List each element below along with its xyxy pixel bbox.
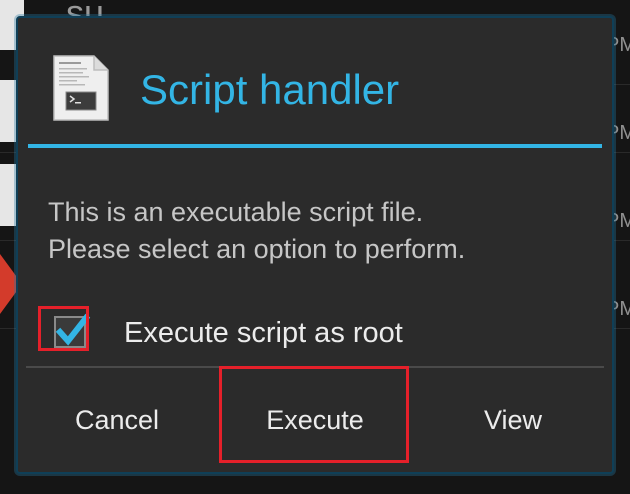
checkbox-highlight-box bbox=[38, 306, 89, 351]
view-button[interactable]: View bbox=[414, 370, 612, 470]
execute-highlight-box bbox=[219, 366, 409, 463]
title-divider bbox=[28, 144, 602, 148]
dialog-header: Script handler bbox=[18, 18, 612, 146]
checkbox-label: Execute script as root bbox=[124, 317, 403, 349]
dialog-title: Script handler bbox=[140, 66, 400, 113]
dialog-message: This is an executable script file. Pleas… bbox=[48, 194, 598, 268]
message-line: Please select an option to perform. bbox=[48, 234, 466, 264]
terminal-script-file-icon bbox=[52, 54, 110, 122]
execute-as-root-option[interactable]: Execute script as root bbox=[40, 304, 600, 360]
cancel-button[interactable]: Cancel bbox=[18, 370, 216, 470]
message-line: This is an executable script file. bbox=[48, 197, 424, 227]
